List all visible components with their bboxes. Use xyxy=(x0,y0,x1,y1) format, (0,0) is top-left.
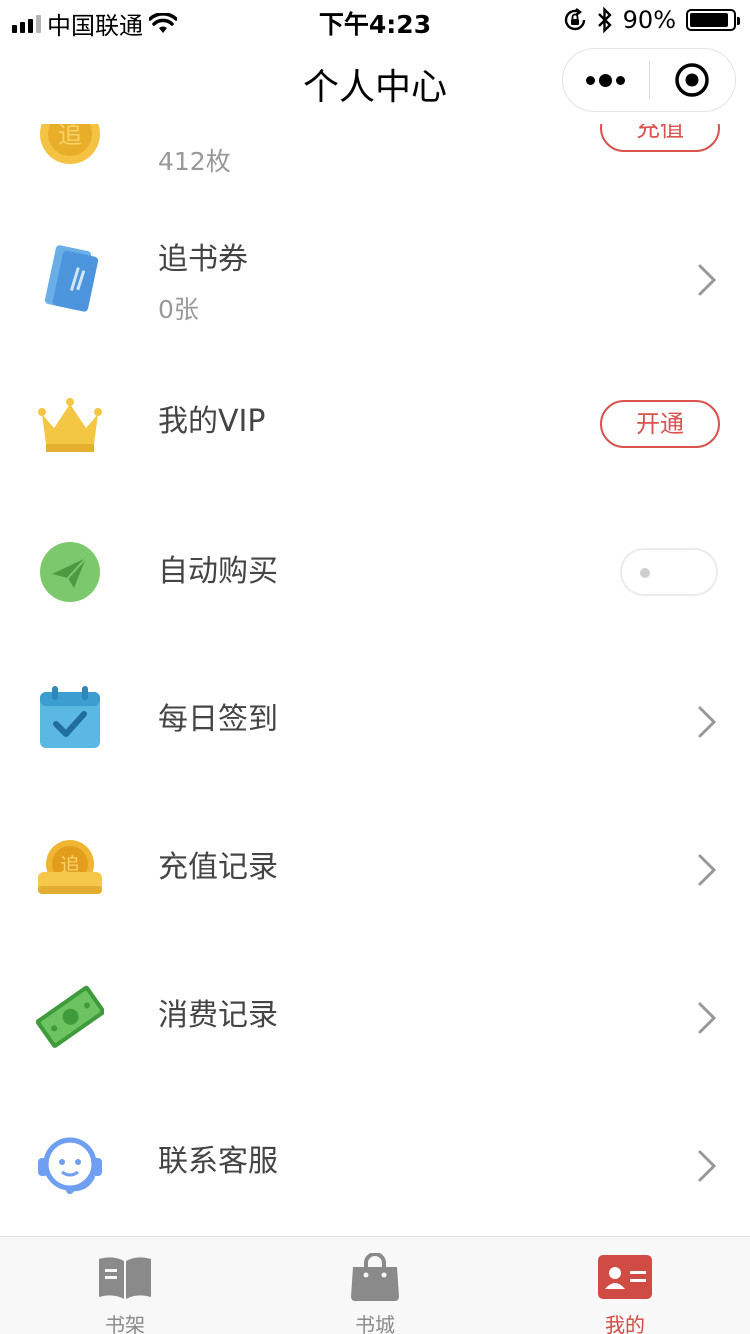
bluetooth-icon xyxy=(597,7,612,33)
mini-program-capsule xyxy=(562,48,736,112)
profile-card-icon xyxy=(598,1255,652,1299)
list-item-tickets[interactable]: 追书券 0张 xyxy=(0,204,750,352)
list-item-customer-service[interactable]: 联系客服 xyxy=(0,1092,750,1236)
ticket-balance: 0张 xyxy=(158,295,199,324)
recharge-button[interactable]: 充值 xyxy=(600,124,720,152)
headset-icon xyxy=(38,1137,102,1194)
nav-bar: 个人中心 xyxy=(0,40,750,124)
chevron-right-icon xyxy=(698,1150,717,1182)
chevron-right-icon xyxy=(698,1002,717,1034)
list-item-vip[interactable]: 我的VIP 开通 xyxy=(0,352,750,500)
list-item-coins[interactable]: 追 412枚 充值 xyxy=(0,124,750,210)
calendar-check-icon xyxy=(40,686,100,748)
svg-text:追: 追 xyxy=(58,124,82,149)
tab-label: 书架 xyxy=(105,1313,145,1334)
tab-label: 书城 xyxy=(355,1313,395,1334)
list-item-title: 我的VIP xyxy=(158,404,266,439)
money-bill-icon xyxy=(36,985,104,1048)
chevron-right-icon xyxy=(698,854,717,886)
list-item-title: 自动购买 xyxy=(158,554,278,589)
list-item-recharge-records[interactable]: 追 充值记录 xyxy=(0,796,750,944)
gold-coin-icon: 追 xyxy=(40,124,100,164)
ticket-icon xyxy=(44,245,99,312)
chevron-right-icon xyxy=(698,706,717,738)
list-item-title: 消费记录 xyxy=(158,998,278,1033)
shopping-bag-icon xyxy=(351,1253,399,1301)
tab-mine[interactable]: 我的 xyxy=(500,1237,750,1334)
open-book-icon xyxy=(99,1257,151,1299)
battery-icon xyxy=(686,9,740,31)
open-vip-button[interactable]: 开通 xyxy=(600,400,720,448)
list-item-title: 联系客服 xyxy=(158,1144,278,1179)
list-item-auto-purchase[interactable]: 自动购买 xyxy=(0,500,750,648)
list-item-title: 追书券 xyxy=(158,242,248,277)
tab-label: 我的 xyxy=(605,1313,645,1334)
coin-stack-icon: 追 xyxy=(38,840,102,894)
tab-bookshelf[interactable]: 书架 xyxy=(0,1237,250,1334)
toggle-knob xyxy=(640,568,650,578)
list-item-daily-checkin[interactable]: 每日签到 xyxy=(0,648,750,796)
crown-icon xyxy=(38,398,102,452)
battery-percent: 90% xyxy=(622,6,676,34)
tab-bar: 书架 书城 我的 xyxy=(0,1236,750,1334)
list-item-title: 每日签到 xyxy=(158,702,278,737)
menu-list[interactable]: 追 412枚 充值 追书券 0张 我的VIP 开通 自动购买 每日签到 追 充值… xyxy=(0,124,750,1236)
status-right: 90% xyxy=(563,6,740,34)
tab-bookstore[interactable]: 书城 xyxy=(250,1237,500,1334)
list-item-consumption-records[interactable]: 消费记录 xyxy=(0,944,750,1092)
coin-balance: 412枚 xyxy=(158,147,231,176)
list-item-title: 充值记录 xyxy=(158,850,278,885)
more-menu-button[interactable] xyxy=(563,48,649,112)
status-bar: 中国联通 下午4:23 90% xyxy=(0,0,750,40)
target-icon xyxy=(675,63,709,97)
close-mini-program-button[interactable] xyxy=(650,48,736,112)
paper-plane-icon xyxy=(40,542,100,602)
auto-purchase-toggle[interactable] xyxy=(620,548,718,596)
orientation-lock-icon xyxy=(564,8,585,31)
chevron-right-icon xyxy=(698,264,717,296)
